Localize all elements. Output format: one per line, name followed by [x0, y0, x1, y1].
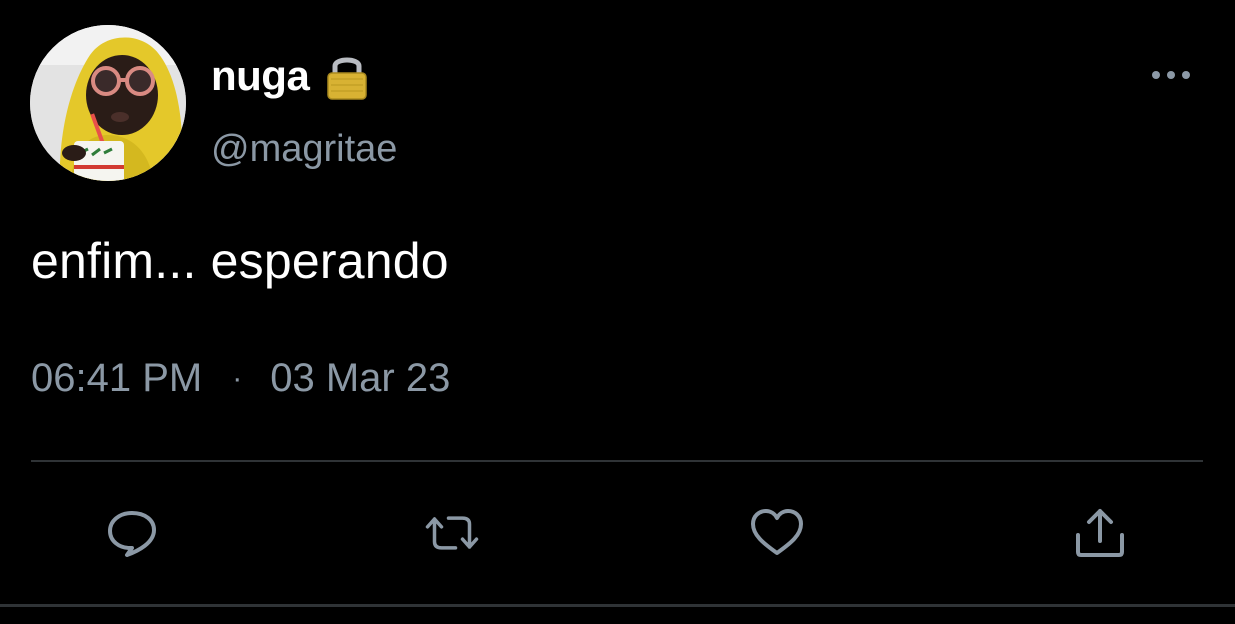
tweet-card: nuga @magritae enfim... esperando 06:41 …	[0, 0, 1235, 624]
display-name-row: nuga	[211, 50, 369, 102]
meta-separator: ·	[232, 361, 243, 395]
lock-icon	[327, 57, 368, 100]
share-icon[interactable]	[1072, 505, 1128, 561]
tweet-time: 06:41 PM	[31, 356, 203, 400]
more-horizontal-icon[interactable]	[1148, 60, 1194, 90]
bottom-border	[0, 604, 1235, 607]
heart-icon[interactable]	[749, 505, 805, 561]
divider	[31, 460, 1203, 462]
avatar-image	[30, 25, 186, 181]
retweet-icon[interactable]	[424, 505, 480, 561]
tweet-text: enfim... esperando	[31, 233, 449, 289]
user-handle[interactable]: @magritae	[211, 128, 397, 171]
avatar[interactable]	[30, 25, 186, 181]
reply-icon[interactable]	[104, 505, 160, 561]
display-name[interactable]: nuga	[211, 52, 310, 100]
tweet-timestamp[interactable]: 06:41 PM · 03 Mar 23	[31, 356, 450, 401]
tweet-date: 03 Mar 23	[270, 356, 451, 400]
